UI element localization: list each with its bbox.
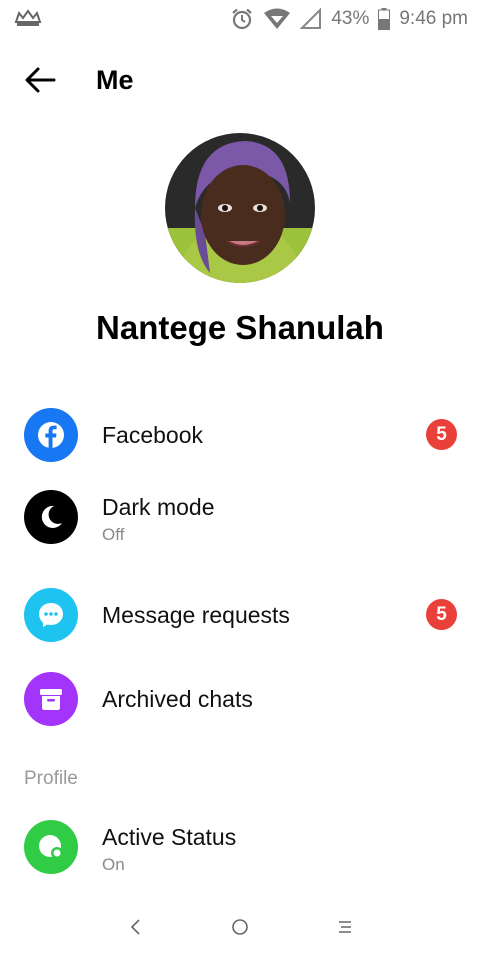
crown-app-icon (14, 9, 42, 26)
profile-photo (165, 133, 315, 283)
signal-icon (300, 8, 322, 29)
nav-back-button[interactable] (120, 914, 150, 940)
menu-item-label: Facebook (102, 422, 204, 448)
dark-mode-icon-circle (24, 490, 78, 544)
menu-item-active-status[interactable]: Active Status On (0, 808, 480, 888)
active-status-icon (39, 835, 63, 859)
menu-item-facebook[interactable]: Facebook 5 (0, 396, 480, 476)
facebook-icon (38, 422, 64, 448)
menu-item-sublabel: Off (102, 525, 125, 544)
menu-item-message-requests[interactable]: Message requests 5 (0, 576, 480, 656)
status-bar: 43% 9:46 pm (0, 0, 480, 38)
moon-icon (41, 505, 62, 528)
menu-item-label: Active Status (102, 824, 237, 850)
back-button[interactable] (22, 62, 62, 98)
message-requests-icon-circle (24, 588, 78, 642)
notification-badge: 5 (426, 419, 457, 450)
archive-box-icon (40, 689, 62, 710)
alarm-icon (232, 8, 253, 30)
arrow-left-icon (25, 67, 56, 93)
facebook-icon-circle (24, 408, 78, 462)
notification-badge: 5 (426, 599, 457, 630)
menu-item-label: Message requests (102, 602, 290, 628)
archived-chats-icon-circle (24, 672, 78, 726)
battery-percent: 43% (331, 8, 370, 29)
nav-home-button[interactable] (225, 914, 255, 940)
nav-menu-button[interactable] (330, 914, 360, 940)
active-status-icon-circle (24, 820, 78, 874)
profile-name: Nantege Shanulah (96, 309, 384, 346)
chat-bubble-icon (39, 603, 63, 627)
menu-item-archived-chats[interactable]: Archived chats (0, 660, 480, 740)
menu-item-dark-mode[interactable]: Dark mode Off (0, 478, 480, 558)
menu-item-sublabel: On (102, 855, 125, 874)
wifi-icon (264, 8, 291, 29)
system-nav-bar (0, 902, 480, 952)
back-nav-icon (130, 919, 140, 935)
clock: 9:46 pm (399, 8, 468, 29)
menu-item-label: Dark mode (102, 494, 215, 520)
avatar[interactable] (165, 133, 315, 283)
app-bar: Me (0, 50, 480, 110)
menu-item-label: Archived chats (102, 686, 253, 712)
menu-nav-icon (339, 921, 351, 933)
section-header-profile: Profile (24, 768, 78, 789)
page-title: Me (96, 65, 134, 95)
home-nav-icon (232, 919, 248, 935)
battery-icon (378, 8, 391, 30)
